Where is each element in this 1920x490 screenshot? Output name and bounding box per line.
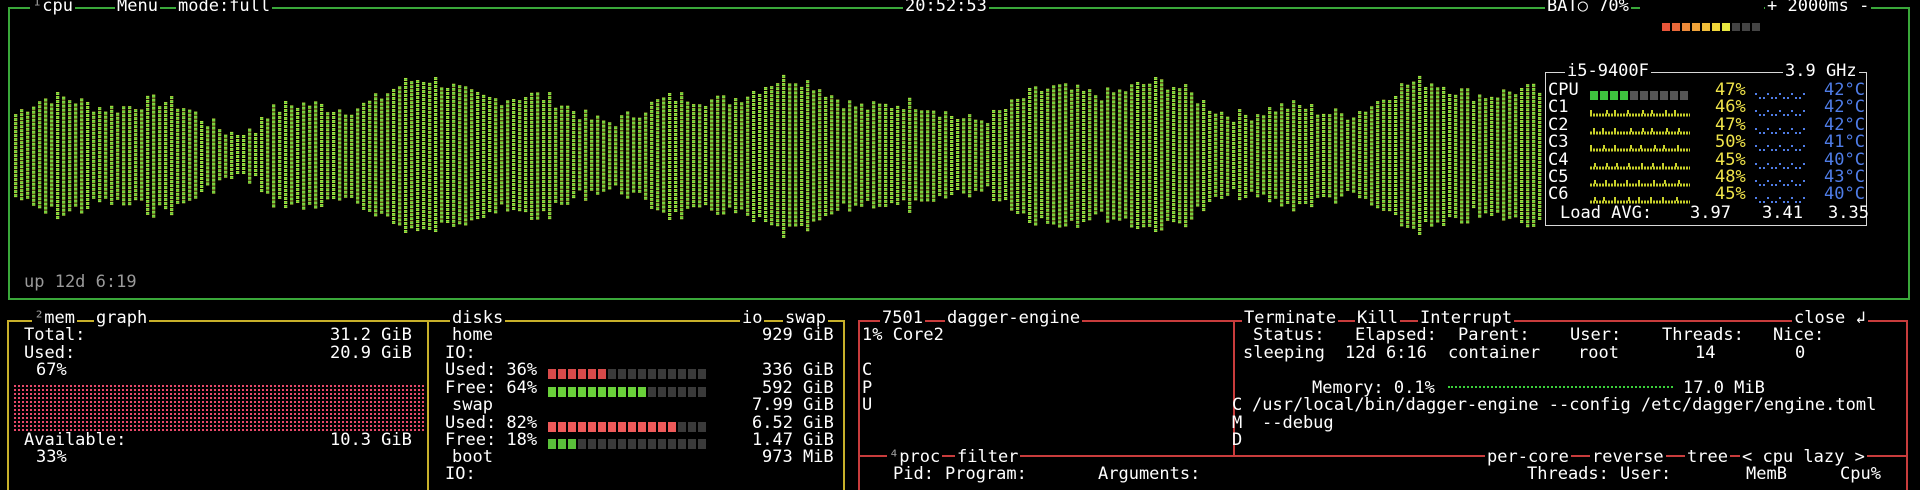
load-15: 3.35 <box>1828 205 1869 222</box>
load-1: 3.97 <box>1690 205 1731 222</box>
disk-boot-io: IO: <box>445 466 476 483</box>
disks-io-toggle[interactable]: io <box>740 310 764 327</box>
detail-name: dagger-engine <box>945 310 1082 327</box>
disk-swap-free-meter <box>548 436 708 447</box>
disk-swap-size: 7.99 GiB <box>752 397 834 414</box>
user-value: root <box>1578 345 1619 362</box>
cpu-usage-graph <box>14 60 1544 250</box>
mem-used-graph <box>14 385 424 433</box>
memory-meter <box>1448 386 1673 392</box>
elapsed-value: 12d 6:16 <box>1345 345 1427 362</box>
temp-graph <box>1755 104 1807 121</box>
core-meter <box>1590 104 1690 112</box>
col-arguments[interactable]: Arguments: <box>1098 466 1200 483</box>
mem-available-value: 10.3 GiB <box>330 432 412 449</box>
temp-graph <box>1755 157 1807 174</box>
cmd-c: C <box>1232 397 1242 414</box>
disk-home-used-meter <box>548 366 708 377</box>
tree-toggle[interactable]: tree <box>1685 449 1730 466</box>
core-temp: 40°C <box>1824 186 1865 203</box>
mem-disks-divider <box>427 320 429 490</box>
temp-graph <box>1755 122 1807 139</box>
clock: 20:52:53 <box>903 0 989 15</box>
col-cpu[interactable]: Cpu% <box>1840 466 1881 483</box>
mem-total-label: Total: <box>24 327 85 344</box>
mem-used-pct: 67% <box>36 362 67 379</box>
temp-graph <box>1755 174 1807 191</box>
cmd-line2: --debug <box>1262 415 1334 432</box>
load-avg-label: Load AVG: <box>1560 205 1652 222</box>
mem-graph-toggle[interactable]: graph <box>94 310 149 327</box>
core-meter <box>1590 191 1690 199</box>
mode-button[interactable]: mode:full <box>176 0 272 15</box>
core-temp: 41°C <box>1824 134 1865 151</box>
battery-meter <box>1640 1 1764 36</box>
user-label: User: <box>1570 327 1621 344</box>
nice-value: 0 <box>1795 345 1805 362</box>
temp-graph <box>1755 87 1807 104</box>
mem-used-value: 20.9 GiB <box>330 345 412 362</box>
threads-value: 14 <box>1695 345 1715 362</box>
core-pct: 50% <box>1715 134 1746 151</box>
cmd-d: D <box>1232 432 1242 449</box>
disk-home-size: 929 GiB <box>762 327 834 344</box>
cpu-freq: 3.9 GHz <box>1783 63 1859 80</box>
update-rate[interactable]: + 2000ms - <box>1765 0 1871 15</box>
disk-boot-size: 973 MiB <box>762 449 834 466</box>
parent-value: container <box>1448 345 1540 362</box>
disk-swap-name: swap <box>452 397 493 414</box>
col-program[interactable]: Program: <box>945 466 1027 483</box>
disk-swap-used-meter <box>548 419 708 430</box>
core-pct: 45% <box>1715 186 1746 203</box>
threads-label: Threads: <box>1662 327 1744 344</box>
mem-total-value: 31.2 GiB <box>330 327 412 344</box>
load-5: 3.41 <box>1762 205 1803 222</box>
detail-cpu-line: 1% Core2 <box>862 327 944 344</box>
status-value: sleeping <box>1243 345 1325 362</box>
core-meter <box>1590 174 1690 182</box>
uptime: up 12d 6:19 <box>24 274 137 291</box>
core-meter <box>1590 157 1690 165</box>
disk-home-used-label: Used: 36% <box>445 362 537 379</box>
status-label: Status: <box>1253 327 1325 344</box>
core-label: C6 <box>1548 186 1568 203</box>
col-pid[interactable]: Pid: <box>893 466 934 483</box>
cmd-line1: /usr/local/bin/dagger-engine --config /e… <box>1252 397 1876 414</box>
cpu-tab[interactable]: ¹cpu <box>30 0 75 15</box>
col-user[interactable]: User: <box>1620 466 1671 483</box>
disk-home-name: home <box>452 327 493 344</box>
detail-cpu-u: U <box>862 397 872 414</box>
detail-cpu-c: C <box>862 362 872 379</box>
temp-graph <box>1755 139 1807 156</box>
cpu-total-meter <box>1590 87 1690 104</box>
disk-home-used-value: 336 GiB <box>762 362 834 379</box>
col-memb[interactable]: MemB <box>1746 466 1787 483</box>
cpu-model: i5-9400F <box>1565 63 1651 80</box>
disk-home-free-meter <box>548 384 708 395</box>
core-label: C3 <box>1548 134 1568 151</box>
battery-label: BAT○ 70% <box>1545 0 1631 15</box>
menu-button[interactable]: Menu <box>115 0 160 15</box>
parent-label: Parent: <box>1458 327 1530 344</box>
core-meter <box>1590 139 1690 147</box>
mem-available-pct: 33% <box>36 449 67 466</box>
core-meter <box>1590 122 1690 130</box>
nice-label: Nice: <box>1773 327 1824 344</box>
col-threads[interactable]: Threads: <box>1527 466 1609 483</box>
elapsed-label: Elapsed: <box>1355 327 1437 344</box>
